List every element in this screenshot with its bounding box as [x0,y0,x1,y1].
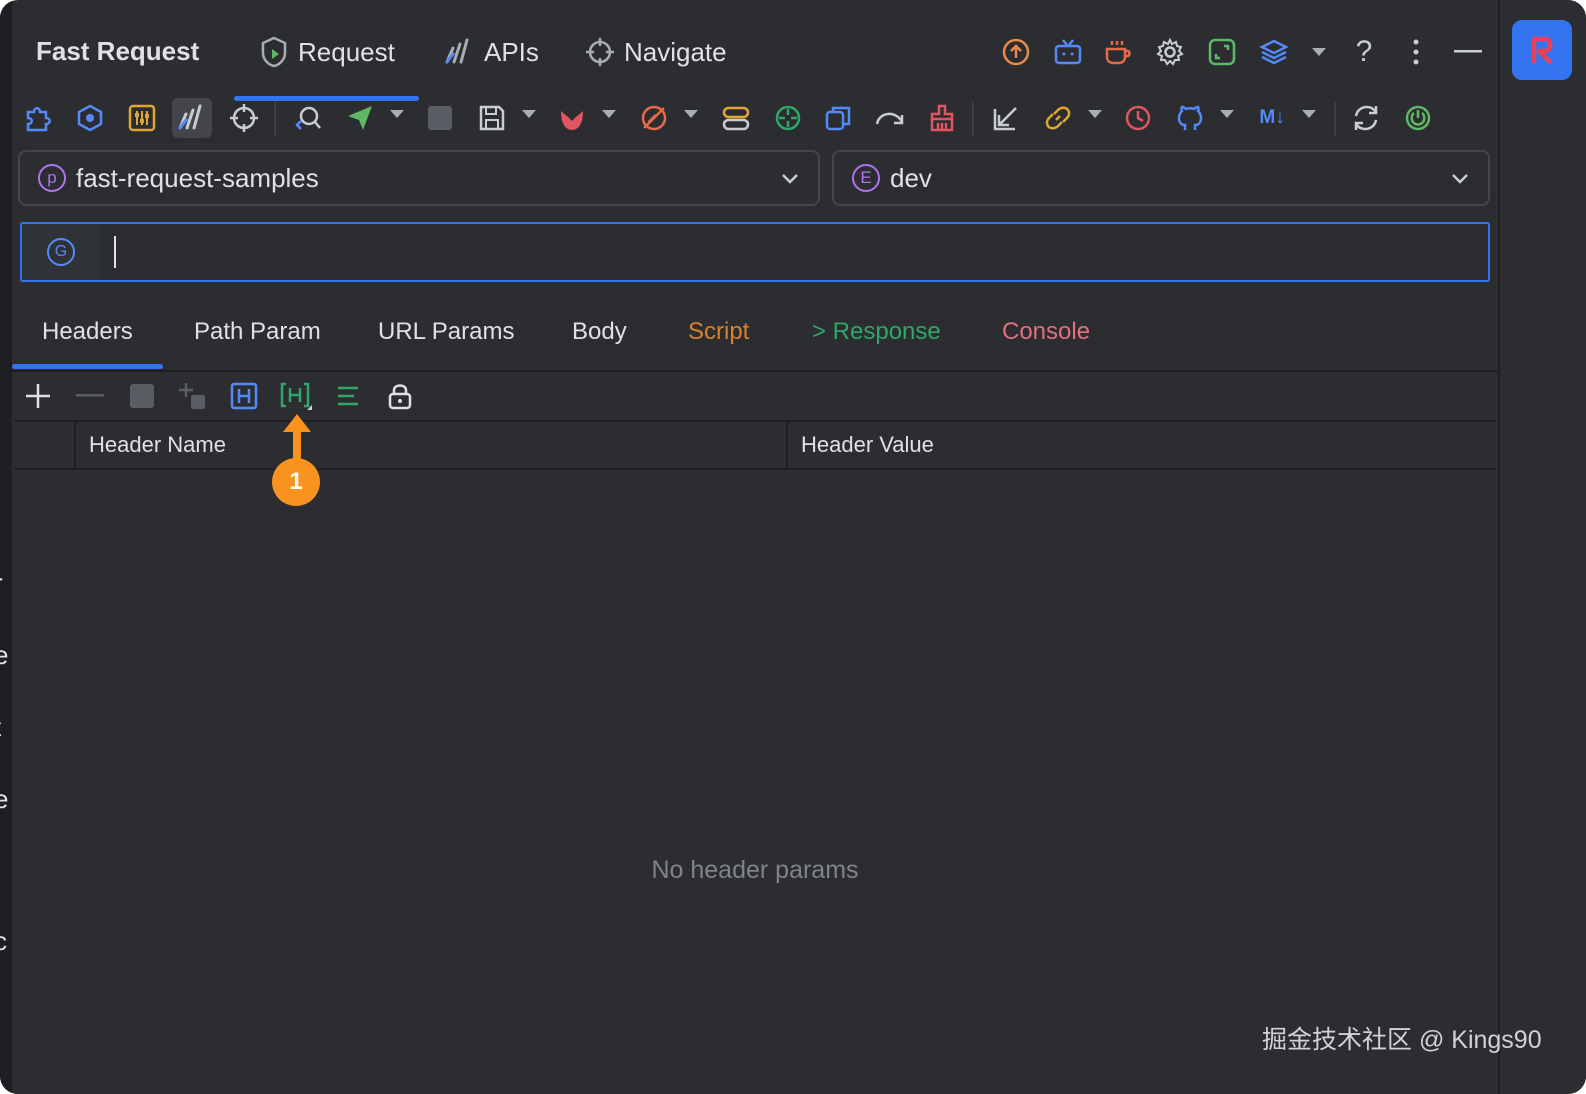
method-badge: G [47,238,75,266]
method-select[interactable]: G [22,224,100,280]
hexagon-icon[interactable] [70,98,110,138]
power-icon[interactable] [1398,98,1438,138]
global-header-icon[interactable] [276,376,316,416]
app-title: Fast Request [36,36,200,66]
tab-path-param[interactable]: Path Param [194,318,321,346]
sync-icon[interactable] [1346,98,1386,138]
header-icon[interactable] [224,376,264,416]
github-chevron-icon[interactable] [1220,110,1234,118]
coffee-icon[interactable] [1098,32,1138,72]
crosshair-icon[interactable] [224,98,264,138]
expand-icon[interactable] [1202,32,1242,72]
tab-headers[interactable]: Headers [12,318,163,369]
markdown-chevron-icon[interactable] [1302,110,1316,118]
tab-navigate-label: Navigate [624,36,727,67]
env-badge: E [852,164,880,192]
save-chevron-icon[interactable] [522,110,536,118]
annotation-number: 1 [272,458,320,506]
tab-body[interactable]: Body [572,318,627,346]
no-debug-chevron-icon[interactable] [684,110,698,118]
github-icon[interactable] [1170,98,1210,138]
headers-table-head: Header Name Header Value [14,420,1496,470]
env-select[interactable]: E dev [832,150,1490,206]
save-icon[interactable] [472,98,512,138]
chevron-down-icon [782,174,798,184]
puzzle-icon[interactable] [18,98,58,138]
column-header-value[interactable]: Header Value [801,432,934,458]
empty-state-text: No header params [651,856,859,884]
ide-window: r e t e i c Fast Request Request APIs [0,0,1586,1094]
watermark: 掘金技术社区 @ Kings90 [1262,1026,1542,1054]
chevron-down-icon[interactable] [1312,48,1326,56]
send-chevron-icon[interactable] [390,110,404,118]
no-debug-icon[interactable] [634,98,674,138]
more-vertical-icon[interactable] [1396,32,1436,72]
layers-icon[interactable] [1254,32,1294,72]
stop-icon[interactable] [122,376,162,416]
remove-icon[interactable] [70,376,110,416]
link-icon[interactable] [1038,98,1078,138]
headers-table-body: No header params [14,470,1496,1094]
tab-apis-label: APIs [484,36,539,67]
tab-console[interactable]: Console [1002,318,1090,346]
tab-url-params[interactable]: URL Params [378,318,514,346]
sliders-icon[interactable] [122,98,162,138]
tab-request-label: Request [298,36,395,67]
chart-icon [445,38,469,64]
tv-icon[interactable] [1048,32,1088,72]
link-chevron-icon[interactable] [1088,110,1102,118]
editor-edge: r e t e i c [0,0,12,1094]
stop-icon[interactable] [420,98,460,138]
copy-icon[interactable] [818,98,858,138]
bug-chevron-icon[interactable] [602,110,616,118]
env-select-value: dev [890,162,932,193]
top-bar: Fast Request Request APIs Navigate ? [12,10,1498,101]
column-header-name[interactable]: Header Name [89,432,226,458]
chevron-down-icon [1452,174,1468,184]
align-icon[interactable] [328,376,368,416]
project-badge: p [38,164,66,192]
url-input-box: G [20,222,1490,282]
toggle-icon[interactable] [716,98,756,138]
fast-request-panel: Fast Request Request APIs Navigate ? M↓ … [12,10,1498,1094]
search-code-icon[interactable] [288,98,328,138]
lock-icon[interactable] [380,376,420,416]
target-icon[interactable] [768,98,808,138]
import-icon[interactable] [986,98,1026,138]
text-cursor [114,236,116,268]
crosshair-icon [586,38,614,66]
url-input[interactable] [102,224,1488,280]
annotation-marker: 1 [272,414,322,508]
redo-icon[interactable] [870,98,910,138]
gear-icon[interactable] [1150,32,1190,72]
request-icon [261,36,287,68]
tab-script[interactable]: Script [688,318,749,346]
tab-navigate[interactable]: Navigate [586,30,727,74]
add-icon[interactable] [18,376,58,416]
tab-response[interactable]: > Response [812,318,941,346]
request-tabs: Headers Path Param URL Params Body Scrip… [12,302,1498,372]
history-icon[interactable] [1118,98,1158,138]
tab-apis[interactable]: APIs [444,30,539,74]
add-child-icon[interactable] [172,376,212,416]
fast-request-plugin-icon[interactable] [1512,20,1572,80]
markdown-icon[interactable]: M↓ [1252,98,1292,138]
right-tool-strip [1498,0,1586,1094]
minimize-icon[interactable] [1448,32,1488,72]
bug-icon[interactable] [552,98,592,138]
help-icon[interactable]: ? [1344,32,1384,72]
tab-request[interactable]: Request [234,30,419,101]
broom-icon[interactable] [922,98,962,138]
chart-icon[interactable] [172,98,212,138]
upload-icon[interactable] [996,32,1036,72]
project-select[interactable]: p fast-request-samples [18,150,820,206]
headers-toolbar [12,372,1498,420]
project-select-value: fast-request-samples [76,162,319,193]
send-icon[interactable] [340,98,380,138]
main-toolbar: M↓ [12,94,1498,144]
